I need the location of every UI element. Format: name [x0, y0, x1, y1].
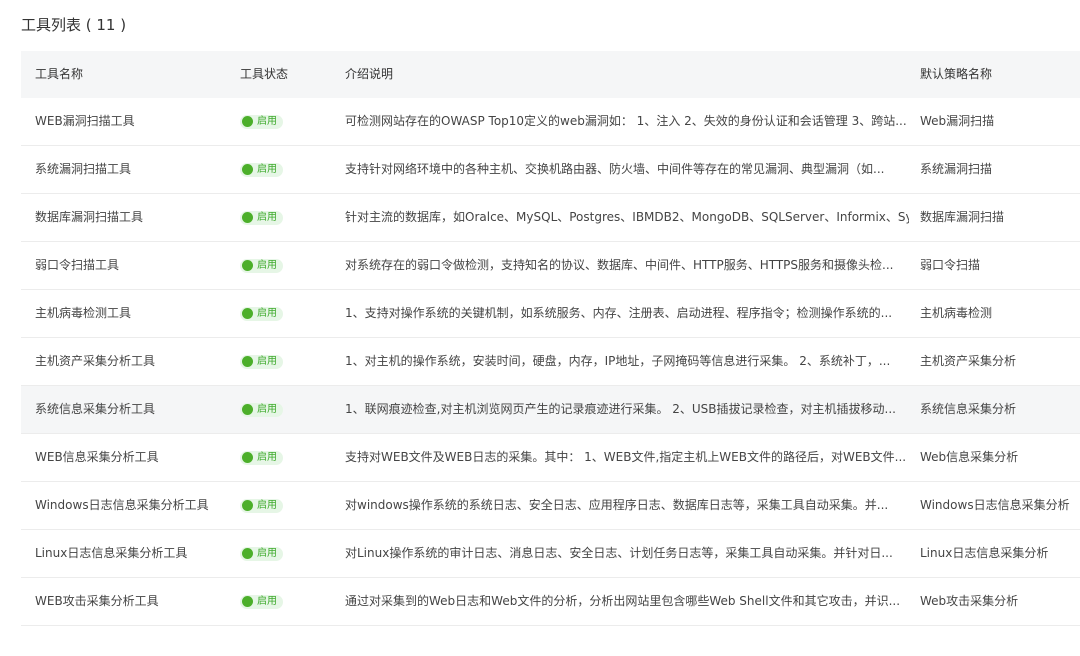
status-dot-icon [242, 164, 253, 175]
tool-name: WEB漏洞扫描工具 [35, 114, 135, 128]
status-label: 启用 [257, 451, 277, 463]
table-row[interactable]: WEB漏洞扫描工具 启用 可检测网站存在的OWASP Top10定义的web漏洞… [21, 98, 1080, 146]
tool-description: 支持针对网络环境中的各种主机、交换机路由器、防火墙、中间件等存在的常见漏洞、典型… [345, 162, 885, 176]
status-dot-icon [242, 548, 253, 559]
status-cell: 启用 [240, 338, 330, 385]
tool-name: WEB信息采集分析工具 [35, 450, 159, 464]
status-label: 启用 [257, 547, 277, 559]
status-label: 启用 [257, 115, 277, 127]
status-badge: 启用 [240, 354, 283, 369]
default-policy: 数据库漏洞扫描 [920, 210, 1005, 224]
status-cell: 启用 [240, 194, 330, 241]
column-header-status[interactable]: 工具状态 [240, 51, 330, 98]
status-dot-icon [242, 308, 253, 319]
status-cell: 启用 [240, 242, 330, 289]
status-dot-icon [242, 116, 253, 127]
table-row[interactable]: 弱口令扫描工具 启用 对系统存在的弱口令做检测，支持知名的协议、数据库、中间件、… [21, 242, 1080, 290]
tool-name: WEB攻击采集分析工具 [35, 594, 159, 608]
tool-name: 主机资产采集分析工具 [35, 354, 156, 368]
status-dot-icon [242, 452, 253, 463]
status-cell: 启用 [240, 146, 330, 193]
tool-description: 对windows操作系统的系统日志、安全日志、应用程序日志、数据库日志等，采集工… [345, 498, 889, 512]
tool-name: 系统信息采集分析工具 [35, 402, 156, 416]
status-badge: 启用 [240, 210, 283, 225]
tool-name: Linux日志信息采集分析工具 [35, 546, 188, 560]
status-label: 启用 [257, 499, 277, 511]
table-row[interactable]: Windows日志信息采集分析工具 启用 对windows操作系统的系统日志、安… [21, 482, 1080, 530]
default-policy: 弱口令扫描 [920, 258, 981, 272]
tool-description: 通过对采集到的Web日志和Web文件的分析，分析出网站里包含哪些Web Shel… [345, 594, 901, 608]
default-policy: Windows日志信息采集分析 [920, 498, 1070, 512]
tool-description: 1、支持对操作系统的关键机制，如系统服务、内存、注册表、启动进程、程序指令；检测… [345, 306, 893, 320]
status-label: 启用 [257, 163, 277, 175]
default-policy: Web漏洞扫描 [920, 114, 995, 128]
tool-name: Windows日志信息采集分析工具 [35, 498, 209, 512]
default-policy: 系统漏洞扫描 [920, 162, 993, 176]
table-row[interactable]: WEB信息采集分析工具 启用 支持对WEB文件及WEB日志的采集。其中： 1、W… [21, 434, 1080, 482]
status-cell: 启用 [240, 578, 330, 625]
status-cell: 启用 [240, 98, 330, 145]
status-dot-icon [242, 404, 253, 415]
status-cell: 启用 [240, 434, 330, 481]
tool-name: 主机病毒检测工具 [35, 306, 132, 320]
status-badge: 启用 [240, 594, 283, 609]
status-label: 启用 [257, 259, 277, 271]
default-policy: Web攻击采集分析 [920, 594, 1019, 608]
table-row[interactable]: WEB攻击采集分析工具 启用 通过对采集到的Web日志和Web文件的分析，分析出… [21, 578, 1080, 626]
tool-description: 支持对WEB文件及WEB日志的采集。其中： 1、WEB文件,指定主机上WEB文件… [345, 450, 907, 464]
status-dot-icon [242, 500, 253, 511]
tool-description: 对Linux操作系统的审计日志、消息日志、安全日志、计划任务日志等，采集工具自动… [345, 546, 893, 560]
column-header-name[interactable]: 工具名称 [35, 51, 225, 98]
status-badge: 启用 [240, 114, 283, 129]
table-row[interactable]: 主机病毒检测工具 启用 1、支持对操作系统的关键机制，如系统服务、内存、注册表、… [21, 290, 1080, 338]
status-cell: 启用 [240, 530, 330, 577]
status-cell: 启用 [240, 290, 330, 337]
status-label: 启用 [257, 355, 277, 367]
tool-description: 1、联网痕迹检查,对主机浏览网页产生的记录痕迹进行采集。 2、USB插拔记录检查… [345, 402, 896, 416]
table-row[interactable]: Linux日志信息采集分析工具 启用 对Linux操作系统的审计日志、消息日志、… [21, 530, 1080, 578]
tool-name: 数据库漏洞扫描工具 [35, 210, 144, 224]
status-label: 启用 [257, 307, 277, 319]
default-policy: Web信息采集分析 [920, 450, 1019, 464]
status-badge: 启用 [240, 498, 283, 513]
column-header-desc[interactable]: 介绍说明 [345, 51, 909, 98]
status-dot-icon [242, 356, 253, 367]
table-header: 工具名称 工具状态 介绍说明 默认策略名称 [21, 51, 1080, 98]
tool-name: 系统漏洞扫描工具 [35, 162, 132, 176]
default-policy: Linux日志信息采集分析 [920, 546, 1049, 560]
status-dot-icon [242, 596, 253, 607]
table-row[interactable]: 主机资产采集分析工具 启用 1、对主机的操作系统，安装时间，硬盘，内存，IP地址… [21, 338, 1080, 386]
tool-list-page: 工具列表 ( 11 ) 工具名称 工具状态 介绍说明 默认策略名称 WEB漏洞扫… [0, 0, 1080, 656]
table-row[interactable]: 系统漏洞扫描工具 启用 支持针对网络环境中的各种主机、交换机路由器、防火墙、中间… [21, 146, 1080, 194]
status-badge: 启用 [240, 450, 283, 465]
tool-description: 1、对主机的操作系统，安装时间，硬盘，内存，IP地址，子网掩码等信息进行采集。 … [345, 354, 891, 368]
tool-table: 工具名称 工具状态 介绍说明 默认策略名称 WEB漏洞扫描工具 启用 可检测网站… [21, 51, 1080, 626]
status-dot-icon [242, 212, 253, 223]
tool-description: 对系统存在的弱口令做检测，支持知名的协议、数据库、中间件、HTTP服务、HTTP… [345, 258, 894, 272]
tool-name: 弱口令扫描工具 [35, 258, 120, 272]
table-row[interactable]: 系统信息采集分析工具 启用 1、联网痕迹检查,对主机浏览网页产生的记录痕迹进行采… [21, 386, 1080, 434]
status-badge: 启用 [240, 546, 283, 561]
column-header-policy[interactable]: 默认策略名称 [920, 51, 1080, 98]
table-row[interactable]: 数据库漏洞扫描工具 启用 针对主流的数据库，如Oralce、MySQL、Post… [21, 194, 1080, 242]
status-label: 启用 [257, 595, 277, 607]
status-badge: 启用 [240, 162, 283, 177]
status-badge: 启用 [240, 258, 283, 273]
default-policy: 主机病毒检测 [920, 306, 993, 320]
page-title: 工具列表 ( 11 ) [21, 16, 127, 34]
status-label: 启用 [257, 403, 277, 415]
default-policy: 系统信息采集分析 [920, 402, 1017, 416]
default-policy: 主机资产采集分析 [920, 354, 1017, 368]
status-cell: 启用 [240, 386, 330, 433]
tool-description: 针对主流的数据库，如Oralce、MySQL、Postgres、IBMDB2、M… [345, 210, 909, 224]
status-badge: 启用 [240, 402, 283, 417]
status-badge: 启用 [240, 306, 283, 321]
status-dot-icon [242, 260, 253, 271]
tool-description: 可检测网站存在的OWASP Top10定义的web漏洞如： 1、注入 2、失效的… [345, 114, 907, 128]
status-label: 启用 [257, 211, 277, 223]
status-cell: 启用 [240, 482, 330, 529]
